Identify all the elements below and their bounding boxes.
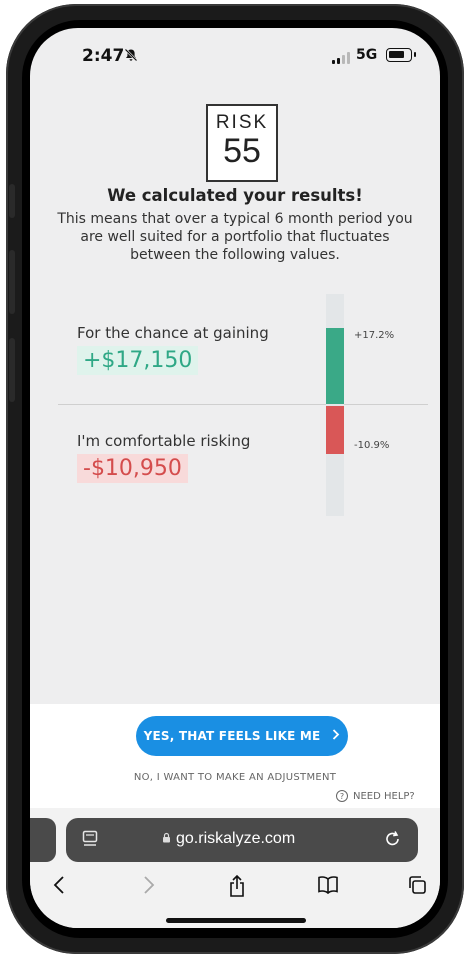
- results-description: This means that over a typical 6 month p…: [57, 211, 413, 263]
- gain-label: For the chance at gaining: [77, 324, 269, 342]
- results-headline: We calculated your results!: [107, 186, 363, 205]
- help-icon: ?: [336, 790, 348, 802]
- adjust-link[interactable]: NO, I WANT TO MAKE AN ADJUSTMENT: [30, 772, 440, 783]
- bookmarks-icon[interactable]: [316, 874, 340, 902]
- battery-icon: [386, 48, 416, 62]
- volume-up-button: [9, 250, 15, 314]
- home-indicator: [166, 918, 306, 923]
- volume-down-button: [9, 338, 15, 402]
- share-icon[interactable]: [228, 874, 246, 904]
- risk-percent-label: -10.9%: [354, 439, 390, 451]
- reload-icon[interactable]: [384, 828, 402, 853]
- risk-score-word: RISK: [215, 112, 269, 133]
- forward-icon[interactable]: [142, 874, 156, 902]
- url-text: go.riskalyze.com: [176, 830, 296, 847]
- browser-toolbar: [30, 870, 440, 910]
- mute-switch: [9, 184, 15, 218]
- lock-icon: [162, 832, 171, 846]
- page-menu-icon[interactable]: [82, 830, 98, 852]
- risk-value: -$10,950: [77, 454, 188, 483]
- back-icon[interactable]: [52, 874, 66, 902]
- risk-score-logo: RISK 55: [206, 104, 278, 182]
- phone-screen: 2:47 5G RISK 55 We calculated your resul…: [30, 28, 440, 928]
- gain-bar: [326, 328, 344, 404]
- status-time: 2:47: [82, 46, 125, 66]
- status-bar: 2:47 5G: [30, 28, 440, 84]
- confirm-button[interactable]: YES, THAT FEELS LIKE ME: [136, 716, 348, 756]
- previous-tab-preview[interactable]: [30, 818, 56, 862]
- gain-percent-label: +17.2%: [354, 330, 395, 342]
- address-bar[interactable]: go.riskalyze.com: [66, 818, 418, 862]
- risk-label: I'm comfortable risking: [77, 432, 251, 450]
- tabs-icon[interactable]: [408, 874, 428, 902]
- chevron-right-icon: [332, 729, 340, 743]
- signal-strength-icon: [332, 52, 350, 64]
- gain-value: +$17,150: [77, 346, 199, 375]
- results-divider: [58, 404, 428, 405]
- risk-bar: [326, 406, 344, 454]
- network-type: 5G: [356, 47, 378, 63]
- help-link[interactable]: ? NEED HELP?: [336, 790, 415, 802]
- fluctuation-track: [326, 294, 344, 516]
- confirm-button-label: YES, THAT FEELS LIKE ME: [143, 729, 321, 743]
- risk-score-number: 55: [223, 132, 261, 170]
- help-label: NEED HELP?: [353, 790, 415, 802]
- bell-slash-icon: [124, 48, 138, 66]
